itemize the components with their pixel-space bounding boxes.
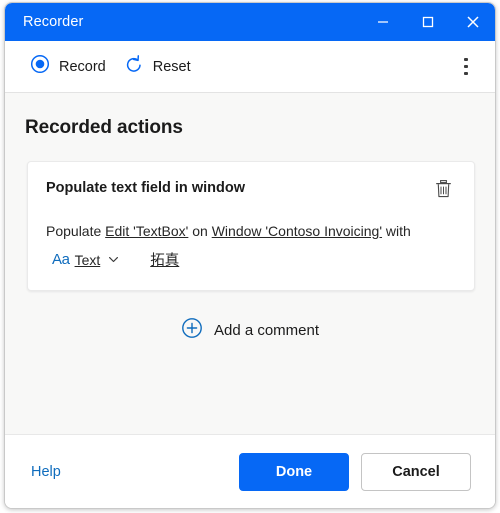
more-vertical-icon-dot-1	[464, 57, 468, 62]
record-button-label: Record	[59, 58, 106, 75]
more-vertical-icon-dot-2	[464, 64, 468, 69]
title-bar: Recorder	[5, 3, 495, 41]
page-title: Recorded actions	[25, 117, 183, 138]
reset-button[interactable]: Reset	[115, 49, 200, 84]
cancel-button[interactable]: Cancel	[361, 452, 471, 491]
minimize-button[interactable]	[360, 3, 405, 41]
add-comment-button[interactable]: Add a comment	[5, 317, 495, 344]
more-vertical-icon-dot-3	[464, 71, 468, 76]
window-title: Recorder	[23, 14, 84, 30]
target-window-param[interactable]: Window 'Contoso Invoicing'	[212, 223, 382, 239]
target-element-param[interactable]: Edit 'TextBox'	[105, 223, 188, 239]
record-button[interactable]: Record	[21, 49, 115, 84]
value-type-label: Text	[74, 251, 101, 268]
desc-middle: on	[192, 223, 208, 239]
close-icon	[465, 14, 481, 30]
add-comment-label: Add a comment	[213, 322, 320, 339]
reset-arrow-icon	[124, 54, 144, 79]
value-row: Aa Text 拓真	[46, 249, 456, 270]
done-button[interactable]: Done	[239, 452, 349, 491]
maximize-button[interactable]	[405, 3, 450, 41]
text-format-icon: Aa	[52, 251, 70, 268]
maximize-icon	[421, 15, 435, 29]
chevron-down-icon	[105, 253, 120, 266]
reset-button-label: Reset	[152, 58, 191, 75]
value-type-dropdown[interactable]: Aa Text	[46, 250, 124, 270]
footer-bar: Help Done Cancel	[5, 434, 495, 508]
add-circle-icon	[181, 317, 203, 344]
delete-action-button[interactable]	[430, 178, 456, 204]
recorder-window: Recorder Record Reset Recorded actions P…	[4, 2, 496, 509]
help-link[interactable]: Help	[31, 464, 61, 480]
close-button[interactable]	[450, 3, 495, 41]
minimize-icon	[376, 15, 390, 29]
action-title: Populate text field in window	[46, 180, 245, 196]
more-options-button[interactable]	[451, 50, 481, 84]
recorded-action-card: Populate text field in window Populate E…	[27, 161, 475, 291]
action-card-header: Populate text field in window	[46, 178, 456, 204]
trash-icon	[434, 179, 453, 204]
action-description: Populate Edit 'TextBox' on Window 'Conto…	[46, 216, 456, 246]
value-input[interactable]: 拓真	[150, 249, 179, 270]
desc-suffix: with	[385, 223, 411, 239]
record-circle-icon	[30, 54, 50, 79]
desc-prefix: Populate	[46, 223, 102, 239]
toolbar: Record Reset	[5, 41, 495, 93]
content-area: Recorded actions Populate text field in …	[5, 93, 495, 434]
